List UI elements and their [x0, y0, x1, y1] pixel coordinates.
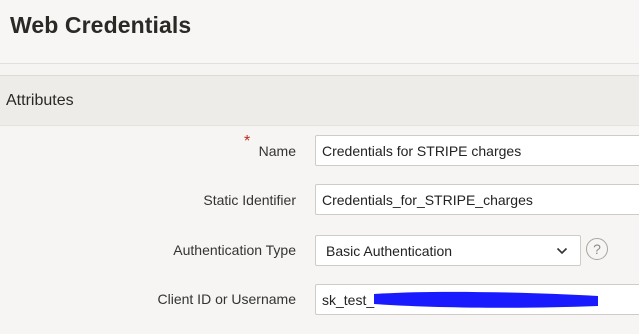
page-header: Web Credentials — [0, 0, 639, 64]
name-input[interactable]: Credentials for STRIPE charges — [315, 135, 639, 166]
redaction-scribble — [374, 291, 598, 308]
page-title: Web Credentials — [10, 12, 192, 38]
region-title: Attributes — [6, 92, 74, 109]
name-label: Name — [258, 143, 296, 159]
static-identifier-input[interactable]: Credentials_for_STRIPE_charges — [315, 184, 639, 215]
authentication-type-select[interactable]: Basic Authentication — [315, 235, 581, 266]
chevron-down-icon — [556, 247, 568, 255]
required-indicator: * — [244, 133, 251, 150]
client-id-label: Client ID or Username — [157, 291, 297, 307]
static-identifier-label: Static Identifier — [203, 192, 296, 208]
authentication-type-value: Basic Authentication — [326, 242, 453, 259]
authentication-type-label: Authentication Type — [173, 242, 296, 258]
help-icon[interactable]: ? — [586, 238, 608, 260]
region-header: Attributes — [0, 75, 639, 126]
